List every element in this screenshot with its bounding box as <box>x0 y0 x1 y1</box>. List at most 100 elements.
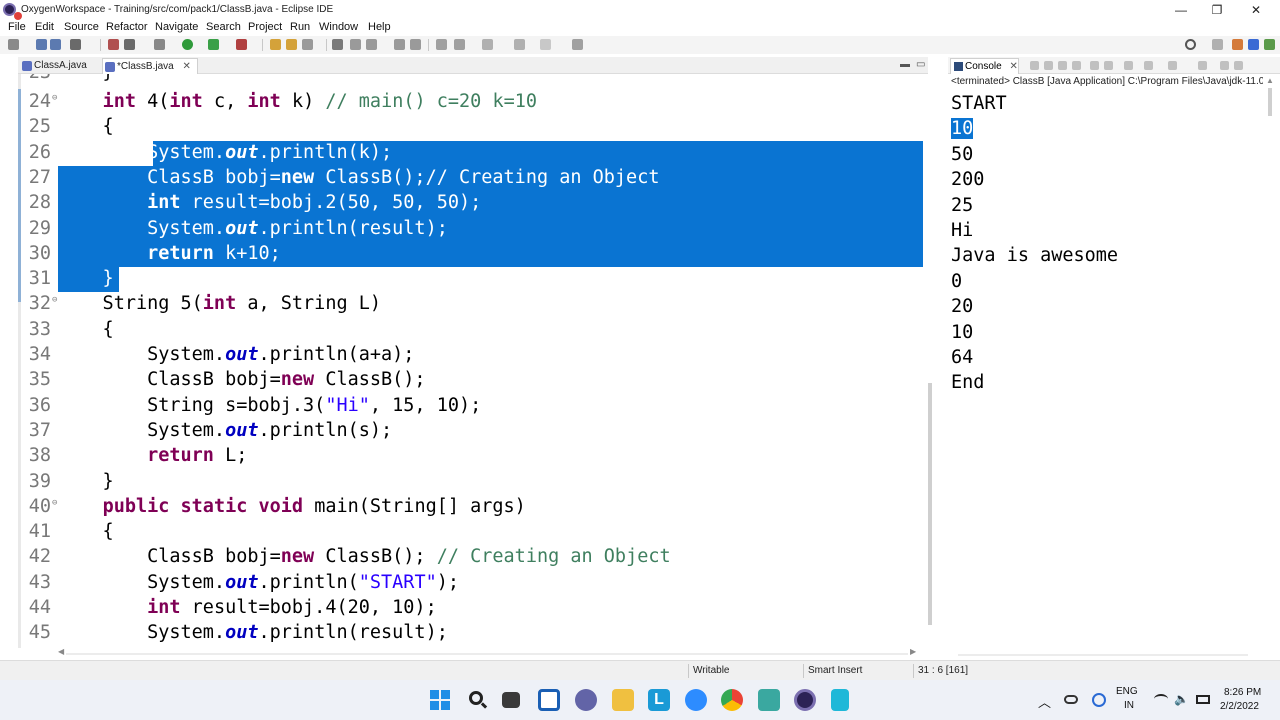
editor-horizontal-scrollbar[interactable]: ◀ ▶ <box>58 647 916 658</box>
menu-project[interactable]: Project <box>248 21 282 33</box>
menu-navigate[interactable]: Navigate <box>155 21 198 33</box>
minimize-console-icon[interactable] <box>1220 61 1229 70</box>
file-explorer-icon[interactable] <box>612 689 634 711</box>
scroll-lock-icon[interactable] <box>1090 61 1099 70</box>
pin-console-icon[interactable] <box>1124 61 1133 70</box>
close-window-button[interactable]: ✕ <box>1238 1 1274 19</box>
menu-edit[interactable]: Edit <box>35 21 54 33</box>
print-icon[interactable] <box>70 39 81 50</box>
annotation-icon[interactable] <box>350 39 361 50</box>
search-taskbar-icon[interactable] <box>466 689 488 711</box>
line-number: 30 <box>28 242 51 264</box>
search-icon[interactable] <box>1185 39 1196 50</box>
menu-search[interactable]: Search <box>206 21 241 33</box>
battery-icon[interactable] <box>1196 695 1210 704</box>
new-package-icon[interactable] <box>270 39 281 50</box>
debug-perspective-icon[interactable] <box>1264 39 1275 50</box>
run-icon[interactable] <box>182 39 193 50</box>
scroll-left-icon[interactable]: ◀ <box>58 647 64 656</box>
menu-file[interactable]: File <box>8 21 26 33</box>
wifi-icon[interactable] <box>1154 694 1168 704</box>
zoom-icon[interactable] <box>685 689 707 711</box>
tab-console[interactable]: Console ✕ <box>950 58 1019 74</box>
speaker-icon[interactable]: 🔈 <box>1174 692 1189 706</box>
java-file-icon <box>22 61 32 71</box>
new-icon[interactable] <box>8 39 19 50</box>
app-teal-icon[interactable] <box>758 689 780 711</box>
eclipse-taskbar-icon[interactable] <box>794 689 816 711</box>
tab-classb[interactable]: *ClassB.java ✕ <box>102 58 198 74</box>
stop-icon[interactable] <box>236 39 247 50</box>
scroll-up-icon[interactable]: ▲ <box>1266 76 1274 85</box>
chevron-up-icon[interactable]: ︿ <box>1038 692 1051 711</box>
new-class-icon[interactable] <box>286 39 297 50</box>
remove-launch-icon[interactable] <box>1044 61 1053 70</box>
next-annotation-icon[interactable] <box>436 39 447 50</box>
network-tray-icon[interactable] <box>1092 693 1106 707</box>
settings-icon[interactable] <box>124 39 135 50</box>
close-console-icon[interactable]: ✕ <box>1009 61 1017 72</box>
chat-icon[interactable] <box>575 689 597 711</box>
minimize-button[interactable]: — <box>1163 1 1199 19</box>
app-l-icon[interactable]: L <box>648 689 670 711</box>
fold-toggle-icon[interactable]: ⊖ <box>52 498 57 508</box>
block-select-icon[interactable] <box>394 39 405 50</box>
toggle-mark-icon[interactable] <box>366 39 377 50</box>
forward-icon[interactable] <box>540 39 551 50</box>
maximize-console-icon[interactable] <box>1234 61 1243 70</box>
console-output[interactable]: START 10 50 200 25 Hi Java is awesome 0 20 10 64 En… <box>951 91 1261 396</box>
console-horizontal-scrollbar[interactable] <box>958 654 1248 656</box>
fold-toggle-icon[interactable]: ⊖ <box>52 93 57 103</box>
region-indicator[interactable]: IN <box>1124 700 1134 711</box>
open-perspective-icon[interactable] <box>1212 39 1223 50</box>
menu-window[interactable]: Window <box>319 21 358 33</box>
java-perspective-icon[interactable] <box>1248 39 1259 50</box>
maximize-button[interactable]: ❐ <box>1199 1 1235 19</box>
close-tab-icon[interactable]: ✕ <box>182 61 190 72</box>
last-edit-icon[interactable] <box>482 39 493 50</box>
cloud-icon[interactable] <box>1064 695 1078 704</box>
editor-vertical-scroll-thumb[interactable] <box>928 383 932 625</box>
tab-classa[interactable]: ClassA.java <box>20 58 87 74</box>
maximize-editor-icon[interactable]: ▭ <box>916 59 925 70</box>
console-vertical-scrollbar[interactable]: ▲ <box>1264 74 1276 654</box>
view-menu-icon[interactable] <box>1198 61 1207 70</box>
coverage-icon[interactable] <box>208 39 219 50</box>
search-tool-icon[interactable] <box>332 39 343 50</box>
menu-refactor[interactable]: Refactor <box>106 21 148 33</box>
menu-source[interactable]: Source <box>64 21 99 33</box>
menu-help[interactable]: Help <box>368 21 391 33</box>
word-wrap-icon[interactable] <box>1104 61 1113 70</box>
open-console-icon[interactable] <box>1168 61 1177 70</box>
start-icon[interactable] <box>429 689 451 711</box>
save-icon[interactable] <box>36 39 47 50</box>
task-view-icon[interactable] <box>502 692 520 708</box>
open-type-icon[interactable] <box>302 39 313 50</box>
prev-annotation-icon[interactable] <box>454 39 465 50</box>
terminate-icon[interactable] <box>1030 61 1039 70</box>
clock-time[interactable]: 8:26 PM <box>1224 687 1261 698</box>
chrome-icon[interactable] <box>721 689 743 711</box>
scroll-right-icon[interactable]: ▶ <box>910 647 916 656</box>
java-ee-perspective-icon[interactable] <box>1232 39 1243 50</box>
console-scroll-thumb[interactable] <box>1268 88 1272 116</box>
widgets-icon[interactable] <box>538 689 560 711</box>
save-all-icon[interactable] <box>50 39 61 50</box>
remove-all-icon[interactable] <box>1058 61 1067 70</box>
external-tools-icon[interactable] <box>154 39 165 50</box>
display-console-icon[interactable] <box>1144 61 1153 70</box>
code-area[interactable]: 23 } 24⊖ int 4(int c, int k) // main() c… <box>18 74 928 648</box>
debug-icon[interactable] <box>108 39 119 50</box>
fold-toggle-icon[interactable]: ⊖ <box>52 295 57 305</box>
back-icon[interactable] <box>514 39 525 50</box>
language-indicator[interactable]: ENG <box>1116 686 1138 697</box>
minimize-editor-icon[interactable]: ▬ <box>900 59 910 70</box>
pin-editor-icon[interactable] <box>572 39 583 50</box>
clock-date[interactable]: 2/2/2022 <box>1220 701 1259 712</box>
line-number: 23 <box>25 74 51 83</box>
show-whitespace-icon[interactable] <box>410 39 421 50</box>
clear-console-icon[interactable] <box>1072 61 1081 70</box>
scroll-track[interactable] <box>66 653 908 655</box>
menu-run[interactable]: Run <box>290 21 310 33</box>
notepad-icon[interactable] <box>831 689 849 711</box>
